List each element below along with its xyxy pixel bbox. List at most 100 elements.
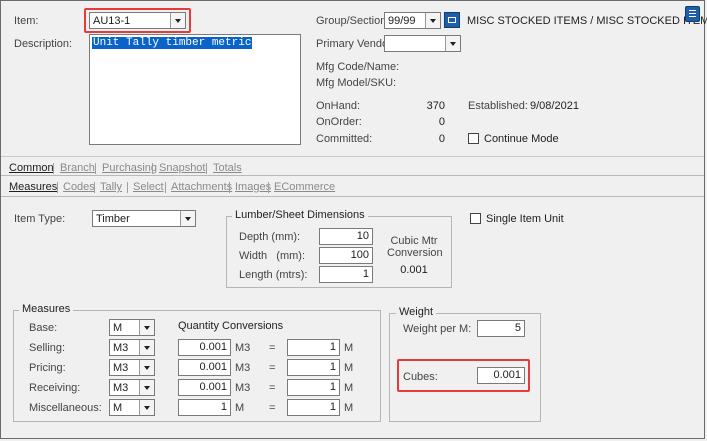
pricing-label: Pricing: (29, 362, 66, 374)
tab-separator (152, 163, 153, 174)
item-type-label: Item Type: (14, 213, 66, 225)
continue-mode-checkbox[interactable] (468, 133, 479, 144)
onhand-value: 370 (426, 100, 445, 112)
receiving-qty-input[interactable]: 0.001 (178, 379, 231, 396)
tab-snapshot[interactable]: Snapshot (159, 162, 205, 174)
receiving-unit-combobox[interactable]: M3 (109, 379, 155, 396)
base-unit-value: M (113, 322, 123, 334)
selling-qty-unit: M3 (235, 342, 251, 354)
base-unit-combobox[interactable]: M (109, 319, 155, 336)
single-item-unit-label: Single Item Unit (486, 213, 564, 225)
miscellaneous-unit-combobox[interactable]: M (109, 399, 155, 416)
tab-common[interactable]: Common (9, 162, 54, 174)
receiving-label: Receiving: (29, 382, 81, 394)
sub-tab-strip: Measures Codes Tally Select Attachments … (9, 181, 339, 195)
chevron-down-icon[interactable] (445, 36, 460, 51)
tab-separator (206, 163, 207, 174)
chevron-down-icon[interactable] (425, 13, 440, 28)
weight-per-input[interactable]: 5 (477, 320, 525, 337)
pricing-conv-unit: M (344, 362, 354, 374)
pricing-conv-input[interactable]: 1 (287, 359, 340, 376)
tab-separator (229, 182, 230, 193)
item-type-combobox[interactable]: Timber (92, 210, 196, 227)
pricing-unit-combobox[interactable]: M3 (109, 359, 155, 376)
pricing-equals: = (269, 362, 276, 374)
width-input[interactable]: 100 (319, 247, 373, 264)
tab-separator (53, 163, 54, 174)
tab-select[interactable]: Select (133, 181, 164, 193)
tab-purchasing[interactable]: Purchasing (102, 162, 157, 174)
selling-conv-unit: M (344, 342, 354, 354)
tab-measures[interactable]: Measures (9, 181, 57, 193)
chevron-down-icon[interactable] (139, 360, 154, 375)
pricing-qty-unit: M3 (235, 362, 251, 374)
tab-separator (127, 182, 128, 193)
chevron-down-icon[interactable] (139, 380, 154, 395)
miscellaneous-qty-input[interactable]: 1 (178, 399, 231, 416)
selling-qty-input[interactable]: 0.001 (178, 339, 231, 356)
width-label: Width (mm): (239, 250, 305, 262)
receiving-conv-input[interactable]: 1 (287, 379, 340, 396)
selling-unit-value: M3 (113, 342, 129, 354)
depth-label: Depth (mm): (239, 231, 301, 243)
item-label: Item: (14, 15, 39, 27)
cubes-highlight (397, 359, 530, 392)
primary-vendor-combobox[interactable] (384, 35, 461, 52)
established-label: Established: (468, 100, 528, 112)
tab-ecommerce[interactable]: ECommerce (274, 181, 335, 193)
tab-codes[interactable]: Codes (63, 181, 95, 193)
miscellaneous-qty-unit: M (235, 402, 245, 414)
selling-conv-input[interactable]: 1 (287, 339, 340, 356)
group-section-label: Group/Section: (316, 15, 390, 27)
continue-mode-label: Continue Mode (484, 133, 559, 145)
tab-branch[interactable]: Branch (60, 162, 95, 174)
tab-separator (268, 182, 269, 193)
length-input[interactable]: 1 (319, 266, 373, 283)
hamburger-icon[interactable] (685, 6, 700, 22)
description-textarea[interactable]: Unit Tally timber metric (89, 34, 301, 145)
selling-equals: = (269, 342, 276, 354)
tab-images[interactable]: Images (235, 181, 271, 193)
quantity-conversions-label: Quantity Conversions (178, 320, 284, 332)
cubic-conversion-value: 0.001 (400, 264, 428, 276)
cubic-mtr-label: Cubic Mtr (390, 235, 438, 247)
divider (1, 175, 704, 176)
group-description: MISC STOCKED ITEMS / MISC STOCKED ITEMS (467, 15, 707, 27)
group-value: 99/99 (388, 15, 416, 27)
weight-per-label: Weight per M: (403, 323, 472, 335)
receiving-conv-unit: M (344, 382, 354, 394)
item-type-value: Timber (96, 213, 130, 225)
miscellaneous-label: Miscellaneous: (29, 402, 102, 414)
tab-tally[interactable]: Tally (100, 181, 122, 193)
pricing-qty-input[interactable]: 0.001 (178, 359, 231, 376)
chevron-down-icon[interactable] (139, 320, 154, 335)
conversion-label: Conversion (387, 247, 443, 259)
measures-title: Measures (19, 303, 74, 315)
selling-label: Selling: (29, 342, 66, 354)
chevron-down-icon[interactable] (180, 211, 195, 226)
chevron-down-icon[interactable] (139, 400, 154, 415)
depth-input[interactable]: 10 (319, 228, 373, 245)
onhand-label: OnHand: (316, 100, 361, 112)
length-label: Length (mtrs): (239, 269, 308, 281)
miscellaneous-conv-input[interactable]: 1 (287, 399, 340, 416)
mfg-model-label: Mfg Model/SKU: (316, 77, 397, 89)
receiving-unit-value: M3 (113, 382, 129, 394)
group-combobox[interactable]: 99/99 (384, 12, 441, 29)
tab-separator (94, 182, 95, 193)
miscellaneous-conv-unit: M (344, 402, 354, 414)
committed-value: 0 (438, 133, 445, 145)
lumber-dimensions-title: Lumber/Sheet Dimensions (232, 209, 368, 221)
miscellaneous-unit-value: M (113, 402, 123, 414)
tab-attachments[interactable]: Attachments (171, 181, 232, 193)
selling-unit-combobox[interactable]: M3 (109, 339, 155, 356)
lookup-icon[interactable] (444, 12, 460, 28)
tab-totals[interactable]: Totals (213, 162, 242, 174)
miscellaneous-equals: = (269, 402, 276, 414)
onorder-value: 0 (438, 116, 445, 128)
description-label: Description: (14, 38, 73, 50)
receiving-qty-unit: M3 (235, 382, 251, 394)
single-item-unit-checkbox[interactable] (470, 213, 481, 224)
pricing-unit-value: M3 (113, 362, 129, 374)
chevron-down-icon[interactable] (139, 340, 154, 355)
